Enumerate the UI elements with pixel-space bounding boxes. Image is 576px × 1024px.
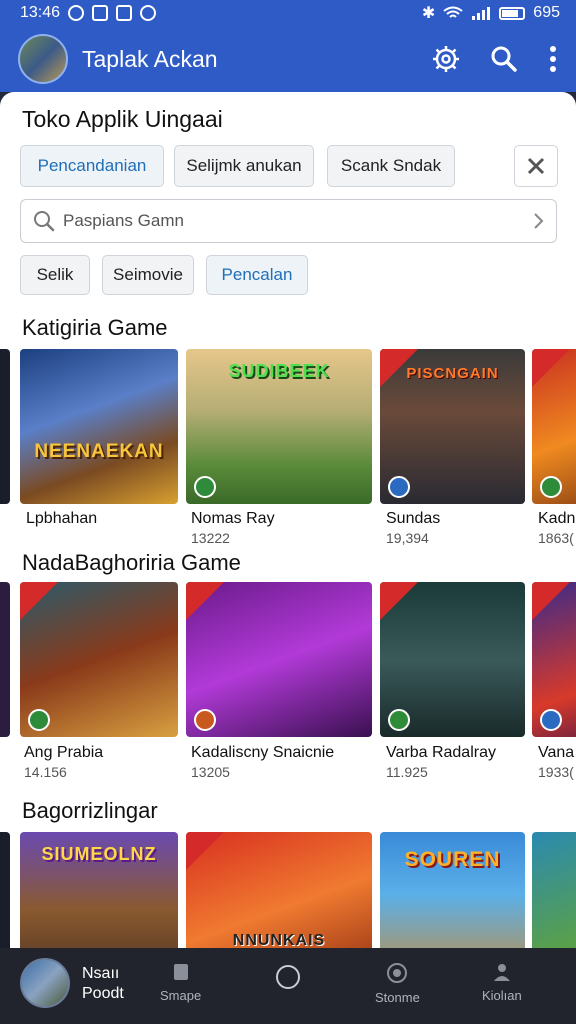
game-count: 13222 — [191, 530, 230, 546]
game-name: Sundas — [386, 510, 441, 527]
chevron-right-icon[interactable] — [532, 212, 544, 230]
nav-item-label: Kiolıan — [482, 988, 522, 1003]
chip-pencalan[interactable]: Pencalan — [206, 255, 308, 295]
section-title: Bagorrizlingar — [22, 798, 158, 823]
game-card[interactable]: NNUNKAIS — [186, 832, 372, 948]
game-badge-icon — [28, 709, 50, 731]
game-badge-icon — [388, 709, 410, 731]
battery-level: 695 — [533, 4, 560, 21]
wifi-icon — [443, 6, 463, 18]
user-name[interactable]: Nsaıı Poodt — [82, 964, 124, 1004]
game-name: Nomas Ray — [191, 510, 275, 527]
profile-avatar[interactable] — [18, 34, 68, 84]
more-vert-icon[interactable] — [548, 45, 558, 73]
chip-selijmk-anukan[interactable]: Selijmk anukan — [174, 145, 314, 187]
battery-icon — [499, 6, 526, 20]
bottom-nav: Nsaıı Poodt Smape Stonme Kiolıan — [0, 948, 576, 1024]
search-placeholder: Paspians Gamn — [63, 211, 184, 230]
chip-selik[interactable]: Selik — [20, 255, 90, 295]
alert-icon — [140, 5, 157, 21]
user-name-line1: Nsaıı — [82, 965, 120, 982]
game-count: 13205 — [191, 764, 230, 780]
corner-ribbon — [20, 582, 58, 620]
store-sheet: Toko Applik Uingaai Pencandanian Selijmk… — [0, 92, 576, 948]
game-card-partial[interactable] — [0, 349, 10, 504]
search-bar[interactable]: Paspians Gamn — [20, 199, 557, 243]
game-count: 14.156 — [24, 764, 67, 780]
settings-gear-icon[interactable] — [432, 45, 460, 73]
game-card-partial[interactable] — [532, 349, 576, 504]
game-card[interactable]: PISCNGAIN — [380, 349, 525, 504]
profile-icon — [493, 964, 510, 981]
app-bar: Taplak Ackan — [0, 26, 576, 92]
game-badge-icon — [194, 709, 216, 731]
user-name-line2: Poodt — [82, 985, 124, 1002]
game-card[interactable]: SUDIBEEK — [186, 349, 372, 504]
home-circle-icon — [276, 965, 300, 989]
game-count: 1863( — [538, 530, 574, 546]
game-card[interactable]: SIUMEOLNZ — [20, 832, 178, 948]
nav-home-button[interactable] — [275, 964, 301, 990]
notification-icon — [92, 5, 109, 21]
game-card[interactable] — [20, 582, 178, 737]
game-card-partial[interactable] — [0, 582, 10, 737]
bookmark-icon — [173, 964, 188, 980]
game-name: Vana — [538, 744, 575, 761]
search-icon — [34, 211, 55, 232]
chip-pencandanian[interactable]: Pencandanian — [20, 145, 164, 187]
game-card[interactable]: NEENAEKAN — [20, 349, 178, 504]
game-count: 11.925 — [386, 764, 428, 780]
store-icon — [387, 963, 408, 983]
game-card[interactable] — [380, 582, 525, 737]
game-art-title: PISCNGAIN — [406, 365, 499, 382]
signal-icon — [472, 7, 491, 20]
game-art-title: SOUREN — [404, 848, 501, 871]
nav-item-label: Stonme — [375, 990, 420, 1005]
game-count: 1933( — [538, 764, 574, 780]
game-badge-icon — [388, 476, 410, 498]
section-title: Katigiria Game — [22, 315, 168, 340]
chip-seimovie[interactable]: Seimovie — [102, 255, 194, 295]
status-time: 13:46 — [20, 4, 61, 21]
nav-item-smape[interactable]: Smape — [160, 962, 201, 1003]
status-bar: 13:46 ✱ 695 — [0, 0, 576, 26]
nav-item-stonme[interactable]: Stonme — [375, 962, 420, 1005]
close-button[interactable] — [514, 145, 558, 187]
section-title: NadaBaghoriria Game — [22, 550, 241, 575]
game-art-title: SIUMEOLNZ — [41, 844, 157, 864]
game-name: Lpbhahan — [26, 510, 98, 527]
nav-item-label: Smape — [160, 988, 202, 1003]
game-name: Ang Prabia — [24, 744, 104, 761]
game-badge-icon — [194, 476, 216, 498]
close-icon — [527, 157, 545, 175]
game-card-partial[interactable] — [0, 832, 10, 948]
game-art-title: NNUNKAIS — [232, 932, 326, 948]
app-title: Taplak Ackan — [82, 45, 218, 72]
game-art-title: SUDIBEEK — [228, 361, 330, 381]
bluetooth-icon: ✱ — [421, 5, 436, 22]
game-art-title: NEENAEKAN — [34, 441, 164, 462]
corner-ribbon — [186, 582, 224, 620]
game-name: Kadaliscny Snaicnie — [191, 744, 335, 761]
search-icon[interactable] — [490, 45, 518, 73]
corner-ribbon — [532, 349, 570, 387]
game-card[interactable] — [186, 582, 372, 737]
sync-icon — [68, 5, 85, 21]
store-title: Toko Applik Uingaai — [22, 106, 223, 132]
game-name: Kadn — [538, 510, 576, 527]
app-notification-icon — [116, 5, 133, 21]
user-avatar[interactable] — [20, 958, 70, 1008]
game-card-partial[interactable] — [532, 582, 576, 737]
game-count: 19,394 — [386, 530, 429, 546]
corner-ribbon — [186, 832, 224, 870]
game-badge-icon — [540, 709, 562, 731]
corner-ribbon — [532, 582, 570, 620]
game-badge-icon — [540, 476, 562, 498]
game-card[interactable]: SOUREN — [380, 832, 525, 948]
game-card-partial[interactable] — [532, 832, 576, 948]
chip-scank-sndak[interactable]: Scank Sndak — [327, 145, 455, 187]
game-name: Varba Radalray — [386, 744, 496, 761]
nav-item-kiolian[interactable]: Kiolıan — [482, 962, 522, 1003]
corner-ribbon — [380, 582, 418, 620]
